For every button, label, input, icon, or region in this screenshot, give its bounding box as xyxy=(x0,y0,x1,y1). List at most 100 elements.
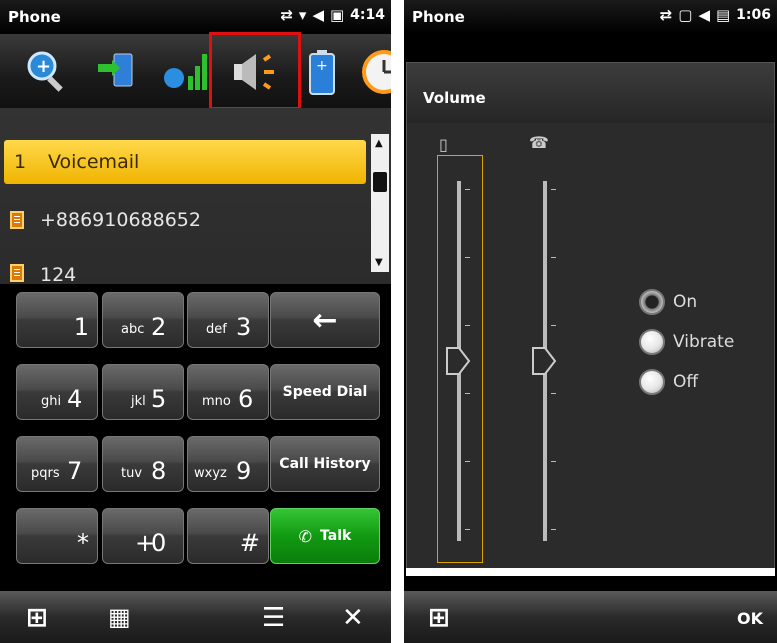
app-title: Phone xyxy=(8,8,61,26)
radio-label: Off xyxy=(673,372,699,392)
key-letters: wxyz xyxy=(194,466,227,481)
key-digit: 1 xyxy=(73,313,89,341)
key-3[interactable]: def 3 xyxy=(187,292,269,348)
talk-button[interactable]: ✆ Talk xyxy=(270,508,380,564)
slider-tick xyxy=(551,529,556,530)
speaker-status-icon: ◀ xyxy=(312,6,324,24)
slider-tick xyxy=(465,529,470,530)
key-digit: 7 xyxy=(67,457,83,485)
title-bar: Phone ⇄ ▢ ◀ ▤ 1:06 xyxy=(404,0,777,34)
list-item-label: +886910688652 xyxy=(40,209,201,231)
list-item[interactable]: 124 xyxy=(0,254,366,284)
slider-tick xyxy=(465,189,470,190)
keyboard-hide-icon[interactable]: ▦ xyxy=(108,603,131,631)
start-windows-icon[interactable]: ⊞ xyxy=(428,603,450,633)
key-digit: * xyxy=(77,529,89,557)
volume-settings-screen: Phone ⇄ ▢ ◀ ▤ 1:06 Volume ▯ ☎ On Vibrate… xyxy=(404,0,777,643)
dialog-title: Volume xyxy=(423,89,486,107)
device-volume-icon: ▯ xyxy=(439,135,448,154)
key-digit: 0 xyxy=(151,529,167,557)
key-digit: 5 xyxy=(151,385,167,413)
contact-list[interactable]: 1 Voicemail +886910688652 124 ▲ ▼ xyxy=(0,108,391,284)
key-letters: ghi xyxy=(41,394,62,409)
key-0[interactable]: + 0 xyxy=(102,508,184,564)
key-5[interactable]: jkl 5 xyxy=(102,364,184,420)
key-6[interactable]: mno 6 xyxy=(187,364,269,420)
key-8[interactable]: tuv 8 xyxy=(102,436,184,492)
slider-tick xyxy=(551,325,556,326)
radio-off[interactable]: Off xyxy=(639,369,698,395)
key-digit: 2 xyxy=(151,313,167,341)
list-item[interactable]: +886910688652 xyxy=(0,198,366,242)
backspace-icon: ← xyxy=(312,302,338,338)
slider-tick xyxy=(465,393,470,394)
zoom-in-icon[interactable]: + xyxy=(22,46,74,98)
quick-toolbar: + + xyxy=(0,34,391,108)
key-letters: def xyxy=(206,322,227,337)
battery-icon[interactable]: + xyxy=(298,46,350,98)
scrollbar[interactable]: ▲ ▼ xyxy=(371,134,389,272)
slider-tick xyxy=(551,189,556,190)
key-digit: 6 xyxy=(238,385,254,413)
backspace-button[interactable]: ← xyxy=(270,292,380,348)
data-transfer-icon: ⇄ xyxy=(280,6,293,24)
app-title: Phone xyxy=(412,8,465,26)
status-bar: ⇄ ▾ ◀ ▣ 4:14 xyxy=(280,6,385,24)
svg-text:+: + xyxy=(36,56,51,77)
scroll-down-arrow-icon[interactable]: ▼ xyxy=(375,257,383,268)
scroll-up-arrow-icon[interactable]: ▲ xyxy=(375,138,383,149)
system-volume-thumb[interactable] xyxy=(445,346,471,376)
slider-tick xyxy=(551,461,556,462)
no-signal-icon: ▢ xyxy=(678,6,693,24)
status-time: 4:14 xyxy=(350,7,385,23)
clock-icon[interactable] xyxy=(358,46,391,98)
key-4[interactable]: ghi 4 xyxy=(16,364,98,420)
key-digit: # xyxy=(239,529,260,557)
battery-status-icon: ▤ xyxy=(715,6,731,24)
title-bar: Phone ⇄ ▾ ◀ ▣ 4:14 xyxy=(0,0,391,34)
phone-handset-icon: ✆ xyxy=(298,526,313,546)
menu-icon[interactable]: ☰ xyxy=(262,603,285,633)
list-item-voicemail[interactable]: 1 Voicemail xyxy=(4,140,366,184)
radio-vibrate[interactable]: Vibrate xyxy=(639,329,734,355)
ringer-volume-thumb[interactable] xyxy=(531,346,557,376)
slider-tick xyxy=(551,393,556,394)
key-letters: abc xyxy=(121,322,145,337)
battery-status-icon: ▣ xyxy=(329,6,345,24)
signal-strength-icon: ▾ xyxy=(298,6,307,24)
call-history-button[interactable]: Call History xyxy=(270,436,380,492)
key-star[interactable]: * xyxy=(16,508,98,564)
dialog-bottom-edge xyxy=(406,568,775,576)
scroll-thumb[interactable] xyxy=(373,172,387,192)
contact-card-icon xyxy=(10,211,24,229)
key-digit: 8 xyxy=(151,457,167,485)
radio-unchecked-icon xyxy=(639,369,665,395)
signal-icon[interactable] xyxy=(160,46,212,98)
softkey-bar: ⊞ ▦ ☰ ✕ xyxy=(0,591,391,643)
slider-tick xyxy=(465,325,470,326)
ok-button[interactable]: OK xyxy=(737,609,763,628)
softkey-bar: ⊞ OK xyxy=(404,591,777,643)
key-digit: 4 xyxy=(67,385,83,413)
status-time: 1:06 xyxy=(736,7,771,23)
key-2[interactable]: abc 2 xyxy=(102,292,184,348)
key-letters: tuv xyxy=(121,466,143,481)
connection-manager-icon[interactable] xyxy=(92,46,144,98)
key-digit: 3 xyxy=(236,313,252,341)
key-1[interactable]: 1 xyxy=(16,292,98,348)
speed-dial-button[interactable]: Speed Dial xyxy=(270,364,380,420)
close-icon[interactable]: ✕ xyxy=(342,603,364,633)
dialog-header: Volume xyxy=(407,63,774,123)
start-windows-icon[interactable]: ⊞ xyxy=(26,603,48,633)
slider-tick xyxy=(465,461,470,462)
ringer-volume-icon: ☎ xyxy=(529,133,549,152)
svg-text:+: + xyxy=(316,58,328,74)
radio-on[interactable]: On xyxy=(639,289,697,315)
key-9[interactable]: wxyz 9 xyxy=(187,436,269,492)
key-7[interactable]: pqrs 7 xyxy=(16,436,98,492)
speed-dial-number: 1 xyxy=(14,151,27,173)
key-letters: jkl xyxy=(131,394,146,409)
speed-dial-label: Speed Dial xyxy=(282,384,368,400)
status-bar: ⇄ ▢ ◀ ▤ 1:06 xyxy=(660,6,771,24)
key-hash[interactable]: # xyxy=(187,508,269,564)
